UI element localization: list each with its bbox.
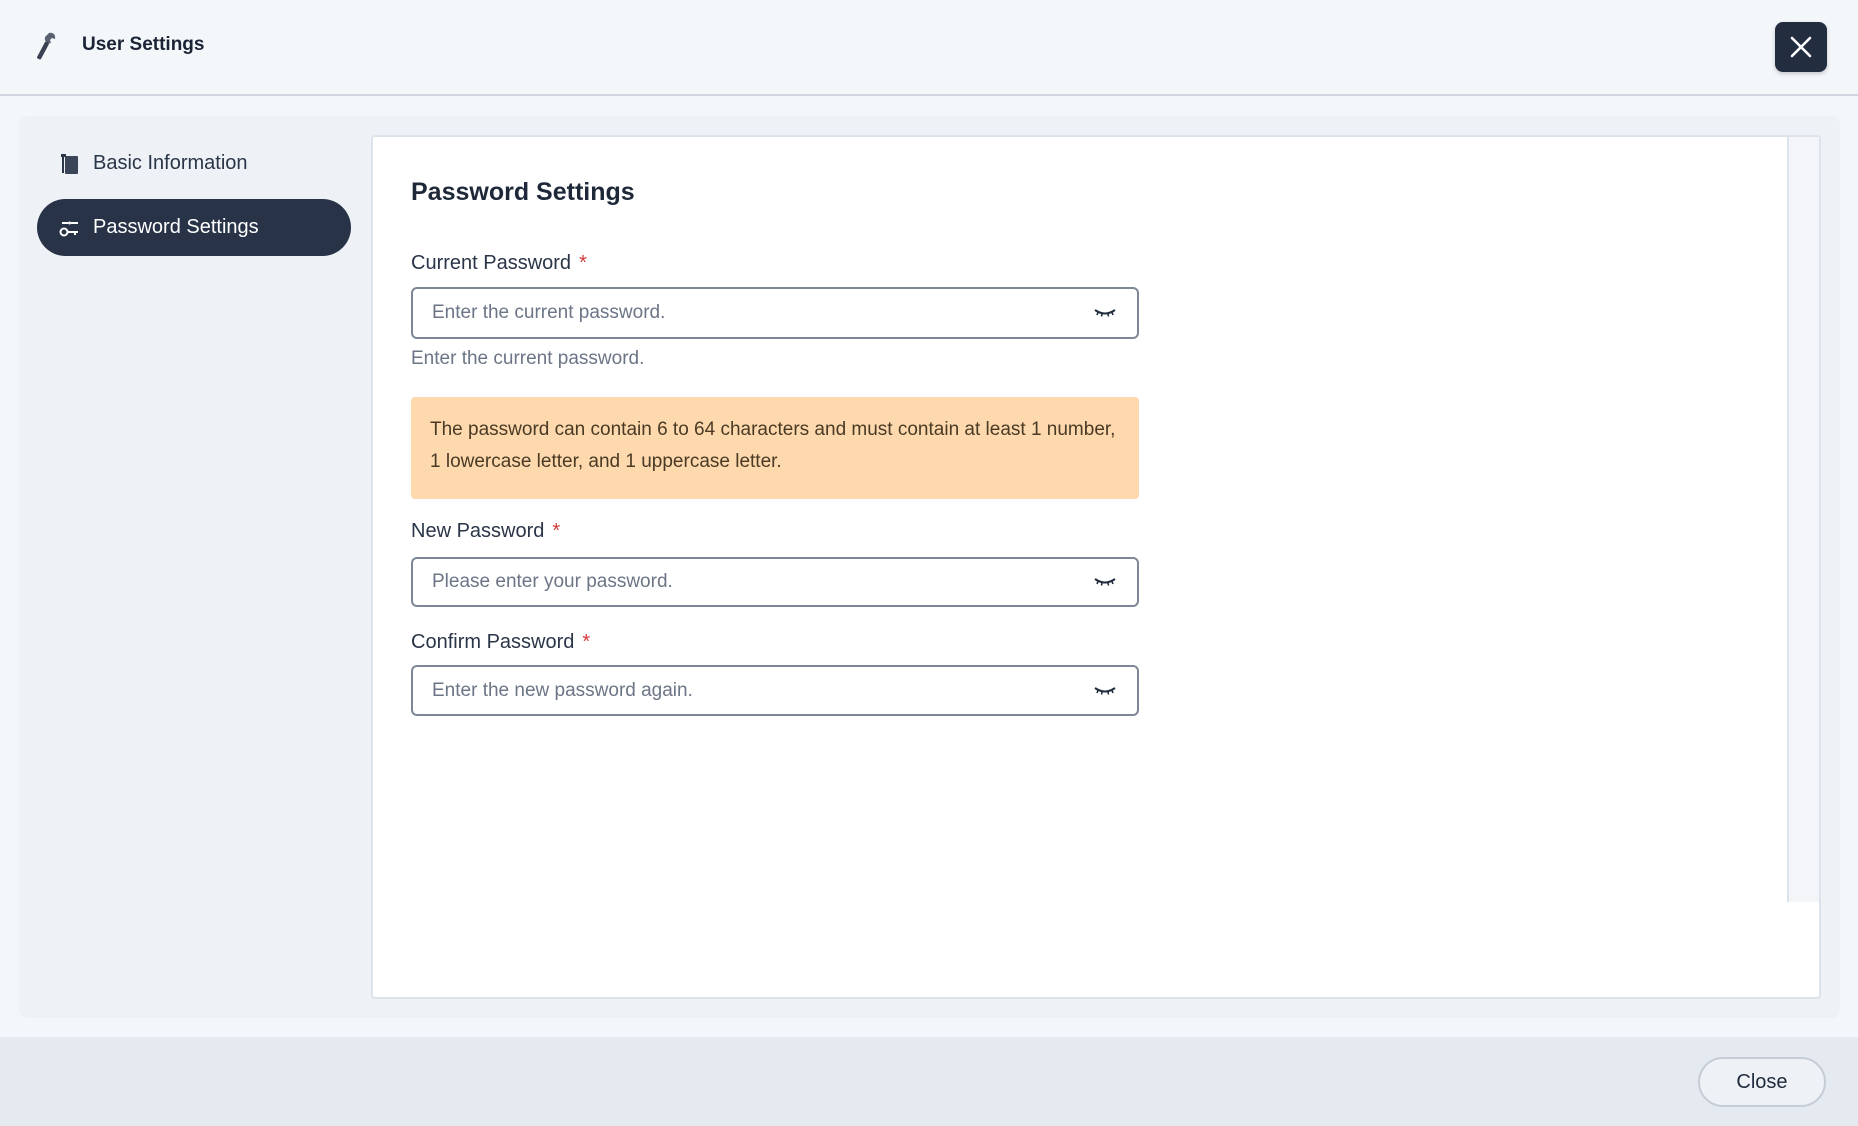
current-password-hint: Enter the current password.	[411, 348, 645, 369]
dialog-footer	[0, 1037, 1858, 1126]
current-password-field	[411, 287, 1139, 339]
window-close-button[interactable]	[1775, 22, 1827, 72]
confirm-password-input[interactable]	[413, 667, 1085, 714]
required-marker: *	[552, 520, 561, 542]
new-password-input[interactable]	[413, 559, 1085, 605]
sidebar-item-label: Password Settings	[93, 216, 259, 238]
confirm-password-label: Confirm Password *	[411, 631, 591, 653]
scrollbar[interactable]	[1787, 137, 1819, 902]
window-title: User Settings	[82, 34, 205, 55]
new-password-label: New Password *	[411, 520, 561, 542]
eye-closed-icon[interactable]	[1085, 671, 1125, 711]
close-icon	[1790, 36, 1812, 58]
password-requirements-notice: The password can contain 6 to 64 charact…	[411, 397, 1139, 499]
current-password-input[interactable]	[413, 289, 1085, 337]
current-password-label: Current Password *	[411, 252, 587, 274]
required-marker: *	[579, 252, 587, 274]
required-marker: *	[582, 631, 591, 653]
title-bar: User Settings	[0, 0, 1858, 96]
eye-closed-icon[interactable]	[1085, 562, 1125, 602]
sidebar-item-basic-information[interactable]: Basic Information	[37, 135, 351, 192]
wrench-icon	[34, 30, 58, 62]
document-icon	[59, 153, 81, 175]
sidebar-item-label: Basic Information	[93, 152, 248, 174]
sidebar-item-password-settings[interactable]: Password Settings	[37, 199, 351, 256]
page-title: Password Settings	[411, 178, 635, 206]
new-password-field	[411, 557, 1139, 607]
confirm-password-field	[411, 665, 1139, 716]
eye-closed-icon[interactable]	[1085, 293, 1125, 333]
key-icon	[59, 217, 81, 239]
close-button[interactable]: Close	[1698, 1057, 1826, 1107]
